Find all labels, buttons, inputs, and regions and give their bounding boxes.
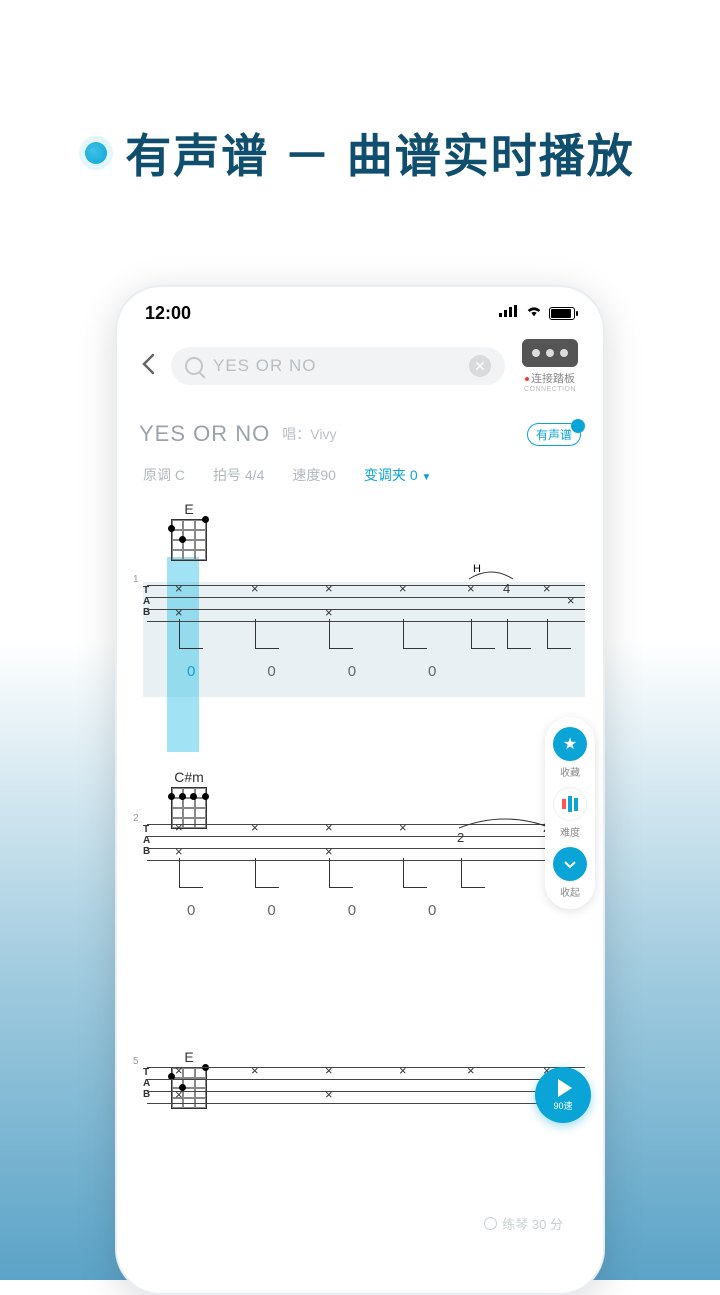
bars-icon bbox=[553, 787, 587, 821]
meta-key: 原调 C bbox=[143, 465, 185, 485]
play-speed-label: 90速 bbox=[553, 1099, 572, 1112]
battery-icon bbox=[549, 307, 575, 320]
measure-number: 2 bbox=[133, 813, 139, 824]
song-meta-row: 原调 C 拍号 4/4 速度90 变调夹 0 ▼ bbox=[117, 457, 603, 497]
meta-time-signature: 拍号 4/4 bbox=[213, 465, 264, 485]
singer-label: 唱：Vivy bbox=[282, 424, 336, 444]
measure-number: 1 bbox=[133, 574, 139, 585]
back-button[interactable] bbox=[135, 347, 161, 386]
heading-dot-icon bbox=[85, 142, 107, 164]
tab-measure: 5 TAB ×× × ×× × × × bbox=[117, 1059, 603, 1111]
status-time: 12:00 bbox=[145, 303, 191, 324]
audio-score-badge[interactable]: 有声谱 bbox=[527, 423, 581, 446]
wifi-icon bbox=[525, 304, 543, 323]
practice-timer[interactable]: 练琴 30 分 bbox=[484, 1214, 563, 1233]
side-action-panel: ★ 收藏 难度 收起 bbox=[545, 717, 595, 909]
chord-name: C#m bbox=[171, 769, 207, 785]
meta-capo-selector[interactable]: 变调夹 0 ▼ bbox=[364, 465, 431, 485]
connect-pedal-button[interactable]: 连接踏板 CONNECTION bbox=[515, 339, 585, 393]
pedal-sublabel: CONNECTION bbox=[524, 386, 576, 393]
search-text: YES OR NO bbox=[213, 356, 469, 376]
favorite-button[interactable]: ★ 收藏 bbox=[553, 727, 587, 779]
promo-heading: 有声谱 － 曲谱实时播放 bbox=[0, 0, 720, 226]
search-input[interactable]: YES OR NO ✕ bbox=[171, 347, 505, 385]
collapse-button[interactable]: 收起 bbox=[553, 847, 587, 899]
cellular-signal-icon bbox=[499, 304, 519, 322]
star-icon: ★ bbox=[553, 727, 587, 761]
header: YES OR NO ✕ 连接踏板 CONNECTION bbox=[117, 331, 603, 401]
chord-diagram: E bbox=[171, 501, 207, 561]
song-info-row: YES OR NO 唱：Vivy 有声谱 bbox=[117, 401, 603, 457]
heading-text: 有声谱 － 曲谱实时播放 bbox=[125, 120, 635, 186]
fret-numbers: 0000 bbox=[147, 868, 585, 935]
pedal-icon bbox=[522, 339, 578, 367]
tab-measure: 2 TAB ×× × ×× × 2 2 × 0000 bbox=[117, 816, 603, 935]
fret-numbers: 0000 bbox=[147, 629, 585, 696]
pedal-label: 连接踏板 bbox=[531, 373, 575, 385]
stopwatch-icon bbox=[484, 1217, 497, 1230]
measure-number: 5 bbox=[133, 1056, 139, 1067]
chord-name: E bbox=[171, 501, 207, 517]
tab-measure: 1 TAB ×× × ×× × × 4 × × H 0000 bbox=[117, 577, 603, 696]
play-button[interactable]: 90速 bbox=[535, 1067, 591, 1123]
search-icon bbox=[185, 357, 203, 375]
status-bar: 12:00 bbox=[117, 287, 603, 331]
meta-tempo: 速度90 bbox=[292, 465, 336, 485]
chevron-down-icon bbox=[553, 847, 587, 881]
phone-frame: 12:00 YES OR NO ✕ 连接踏板 CONNECTION YES OR… bbox=[115, 285, 605, 1295]
status-icons bbox=[499, 304, 575, 323]
difficulty-button[interactable]: 难度 bbox=[553, 787, 587, 839]
song-title: YES OR NO bbox=[139, 421, 270, 447]
clear-search-icon[interactable]: ✕ bbox=[469, 355, 491, 377]
tablature-area[interactable]: E 1 TAB ×× × ×× × × 4 × × H bbox=[117, 497, 603, 1111]
play-icon bbox=[558, 1079, 572, 1097]
